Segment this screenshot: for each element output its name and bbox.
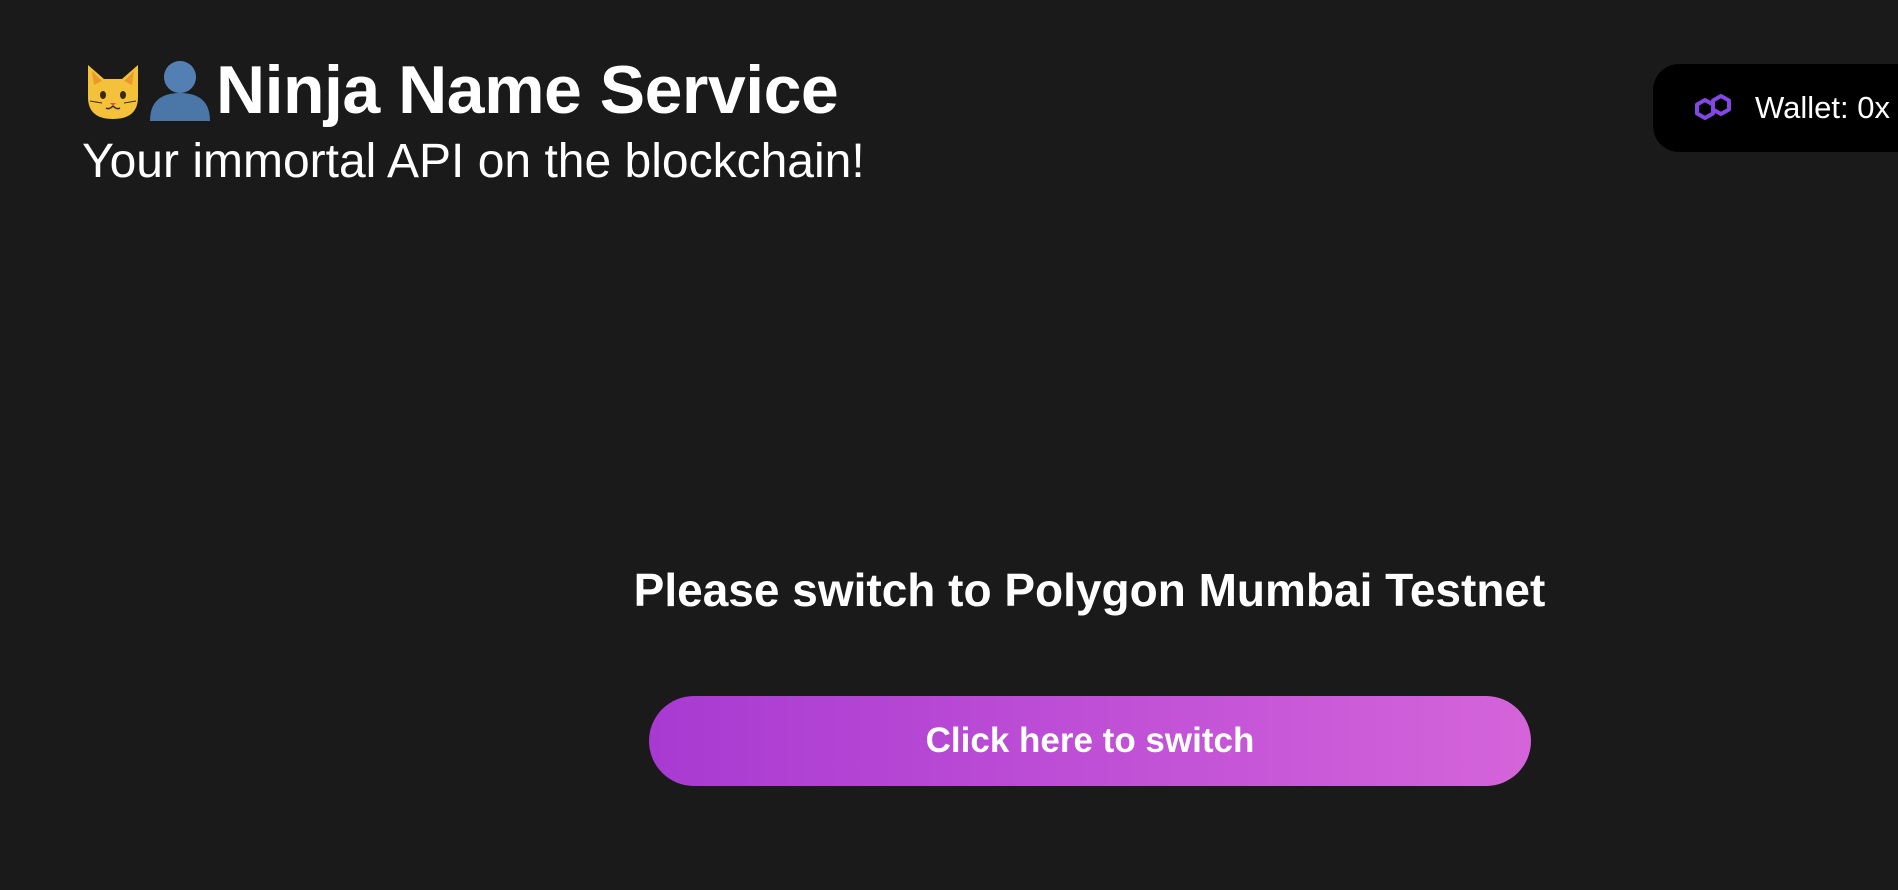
site-header: Ninja Name Service Your immortal API on …: [82, 52, 865, 190]
wallet-address: Wallet: 0x: [1755, 90, 1890, 125]
polygon-icon: [1691, 86, 1735, 131]
wallet-badge[interactable]: Wallet: 0x: [1653, 64, 1898, 152]
switch-network-button[interactable]: Click here to switch: [649, 696, 1531, 786]
cat-face-icon: [82, 57, 144, 123]
user-silhouette-icon: [144, 57, 210, 123]
network-switch-message: Please switch to Polygon Mumbai Testnet: [633, 564, 1546, 616]
site-title: Ninja Name Service: [216, 52, 839, 128]
app-page: Ninja Name Service Your immortal API on …: [0, 0, 1898, 890]
site-subtitle: Your immortal API on the blockchain!: [82, 135, 865, 188]
title-row: Ninja Name Service: [82, 52, 865, 128]
